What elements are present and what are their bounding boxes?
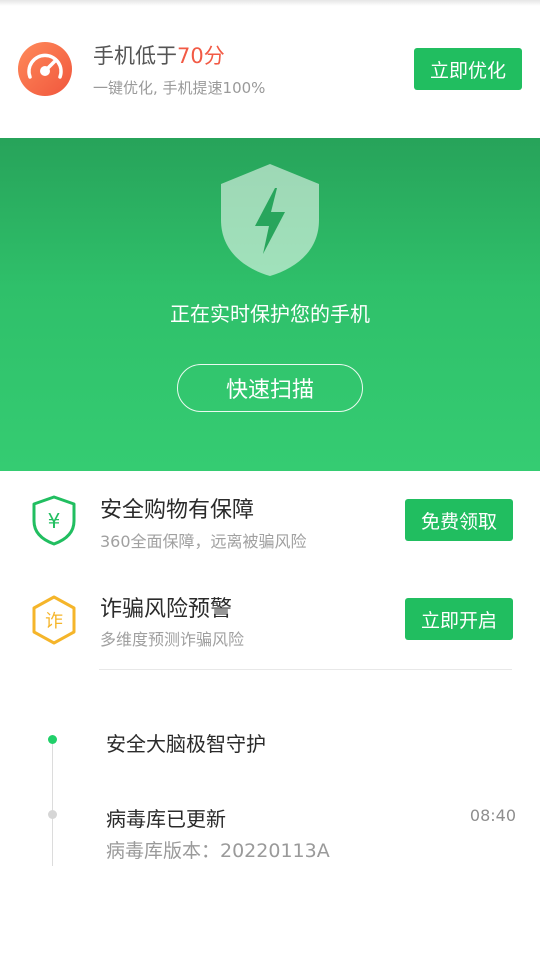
fraud-hexagon-icon: 诈 (32, 595, 76, 645)
enable-now-button[interactable]: 立即开启 (405, 598, 513, 640)
timeline-dot-active (48, 735, 57, 744)
protection-status: 正在实时保护您的手机 (170, 302, 370, 326)
score-title: 手机低于70分 (93, 44, 225, 68)
timeline-title: 病毒库已更新 (106, 807, 226, 831)
timeline-dot (48, 810, 57, 819)
status-shadow (0, 0, 540, 6)
claim-free-button[interactable]: 免费领取 (405, 499, 513, 541)
lightning-shield-icon (221, 164, 319, 276)
score-value: 70分 (177, 44, 225, 68)
feature-subtitle: 多维度预测诈骗风险 (100, 630, 245, 649)
feature-title: 诈骗风险预警 (100, 597, 233, 622)
quick-scan-button[interactable]: 快速扫描 (177, 364, 363, 412)
feature-subtitle: 360全面保障，远离被骗风险 (100, 532, 307, 551)
optimize-button[interactable]: 立即优化 (414, 48, 522, 90)
svg-text:诈: 诈 (45, 611, 63, 632)
feature-title: 安全购物有保障 (100, 498, 255, 523)
svg-text:¥: ¥ (48, 509, 61, 533)
list-item-safe-shopping: ¥ 安全购物有保障 360全面保障，远离被骗风险 免费领取 (0, 471, 540, 571)
virus-db-version: 病毒库版本：20220113A (106, 840, 330, 862)
timeline-time: 08:40 (469, 806, 516, 825)
divider (99, 669, 512, 670)
timeline-line (52, 740, 53, 866)
protection-panel: 正在实时保护您的手机 快速扫描 (0, 138, 540, 471)
timeline-title: 安全大脑极智守护 (106, 732, 266, 756)
list-item-fraud-warning: 诈 诈骗风险预警 多维度预测诈骗风险 立即开启 (0, 571, 540, 671)
speedometer-icon (18, 42, 72, 96)
optimize-card: 手机低于70分 一键优化, 手机提速100% 立即优化 (0, 0, 540, 138)
yuan-shield-icon: ¥ (32, 495, 76, 546)
score-subtitle: 一键优化, 手机提速100% (93, 79, 266, 97)
